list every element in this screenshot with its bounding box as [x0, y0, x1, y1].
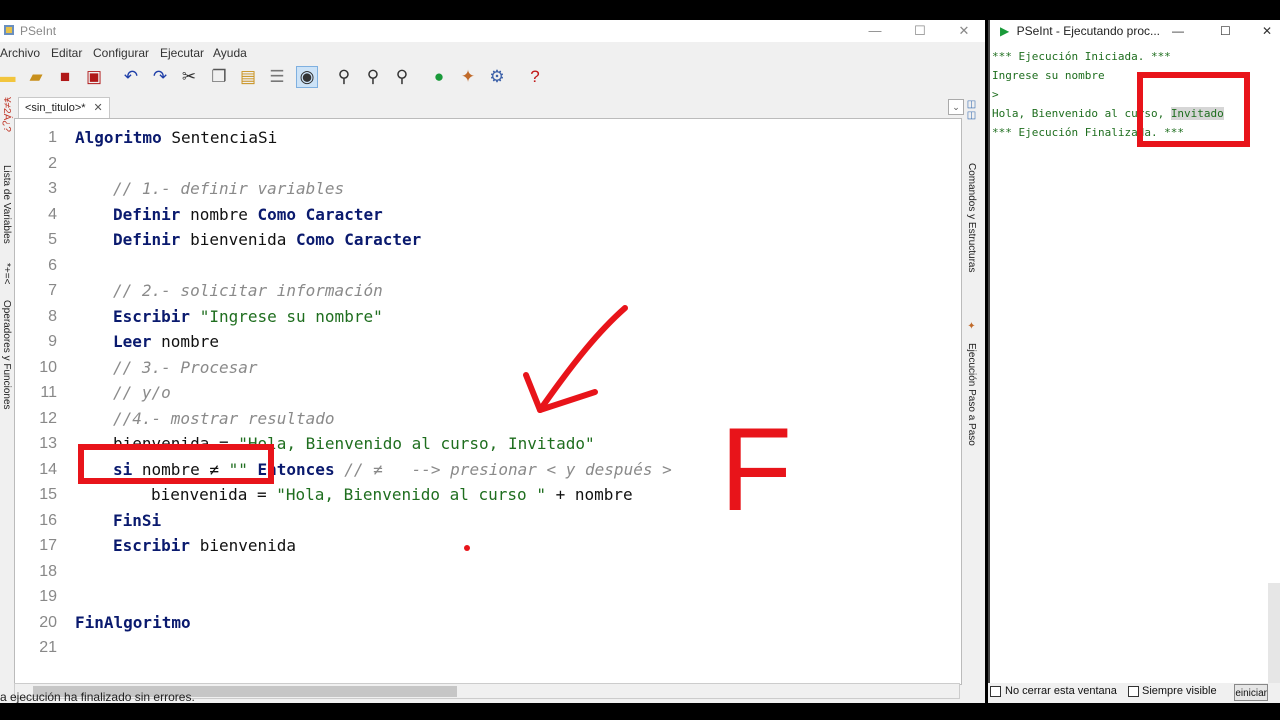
annotation-layer: F — [464, 305, 792, 551]
red-dot — [464, 545, 470, 551]
annotation-letter: F — [720, 404, 792, 536]
